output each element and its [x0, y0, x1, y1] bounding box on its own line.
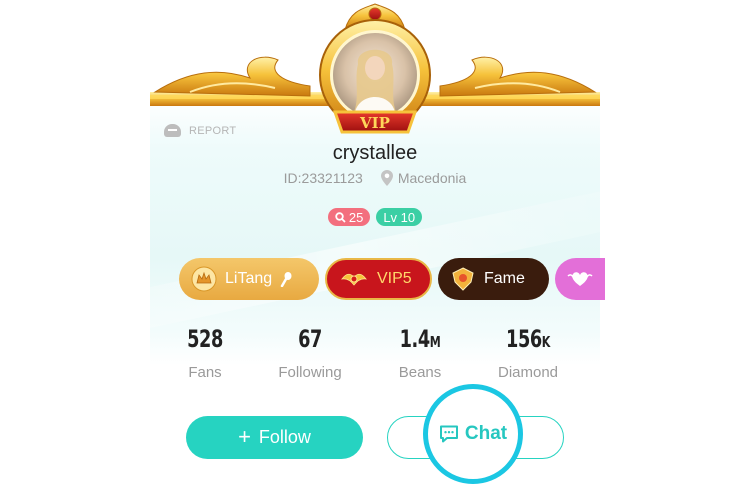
vip-wings-icon	[341, 273, 367, 286]
chat-button[interactable]: Chat	[423, 384, 523, 484]
search-count-value: 25	[348, 209, 364, 225]
chat-bubble-icon	[439, 425, 458, 443]
user-id: ID:23321123	[283, 170, 363, 186]
crown-icon	[191, 266, 217, 292]
vip-banner: VIP	[150, 3, 600, 134]
stat-beans[interactable]: 1.4M Beans	[365, 325, 475, 381]
stat-following[interactable]: 67 Following	[255, 325, 365, 381]
follow-button[interactable]: + Follow	[186, 416, 363, 459]
chip-vip5-label: VIP5	[377, 270, 412, 287]
location-pin-icon	[380, 170, 393, 186]
stat-beans-label: Beans	[398, 364, 442, 381]
honor-chips: LiTang VIP5 Fame	[179, 258, 605, 300]
chip-litang-label: LiTang	[225, 270, 273, 287]
vip-crest-label: VIP	[359, 114, 390, 132]
chip-fame[interactable]: Fame	[438, 258, 549, 300]
fame-shield-icon	[452, 267, 474, 291]
stat-fans-value: 528	[187, 325, 223, 353]
chat-label: Chat	[464, 423, 508, 444]
chip-litang[interactable]: LiTang	[179, 258, 319, 300]
stat-following-value: 67	[298, 325, 322, 353]
report-button[interactable]: REPORT	[164, 124, 236, 137]
heart-wings-icon	[567, 272, 593, 286]
report-label: REPORT	[189, 124, 237, 137]
chip-heart[interactable]	[555, 258, 605, 300]
follow-label: Follow	[258, 427, 311, 447]
stat-diamond-label: Diamond	[497, 364, 559, 381]
stat-fans[interactable]: 528 Fans	[150, 325, 260, 381]
stat-following-label: Following	[278, 364, 342, 381]
search-count-badge: 25	[327, 208, 371, 226]
stat-fans-label: Fans	[188, 364, 222, 381]
microphone-icon	[280, 272, 292, 287]
location: Macedonia	[380, 170, 467, 186]
report-icon	[164, 124, 181, 137]
username: crystallee	[332, 142, 418, 164]
stat-beans-value: 1.4M	[399, 325, 441, 353]
location-text: Macedonia	[397, 170, 467, 186]
stat-diamond[interactable]: 156K Diamond	[473, 325, 583, 381]
plus-icon: +	[238, 423, 251, 449]
chip-fame-label: Fame	[484, 270, 525, 287]
stat-diamond-value: 156K	[506, 325, 550, 353]
search-icon	[335, 211, 346, 223]
level-badge: Lv 10	[376, 208, 423, 226]
level-badges: 25 Lv 10	[0, 208, 750, 226]
chip-vip5[interactable]: VIP5	[325, 258, 432, 300]
profile-meta: ID:23321123 Macedonia	[0, 170, 750, 186]
